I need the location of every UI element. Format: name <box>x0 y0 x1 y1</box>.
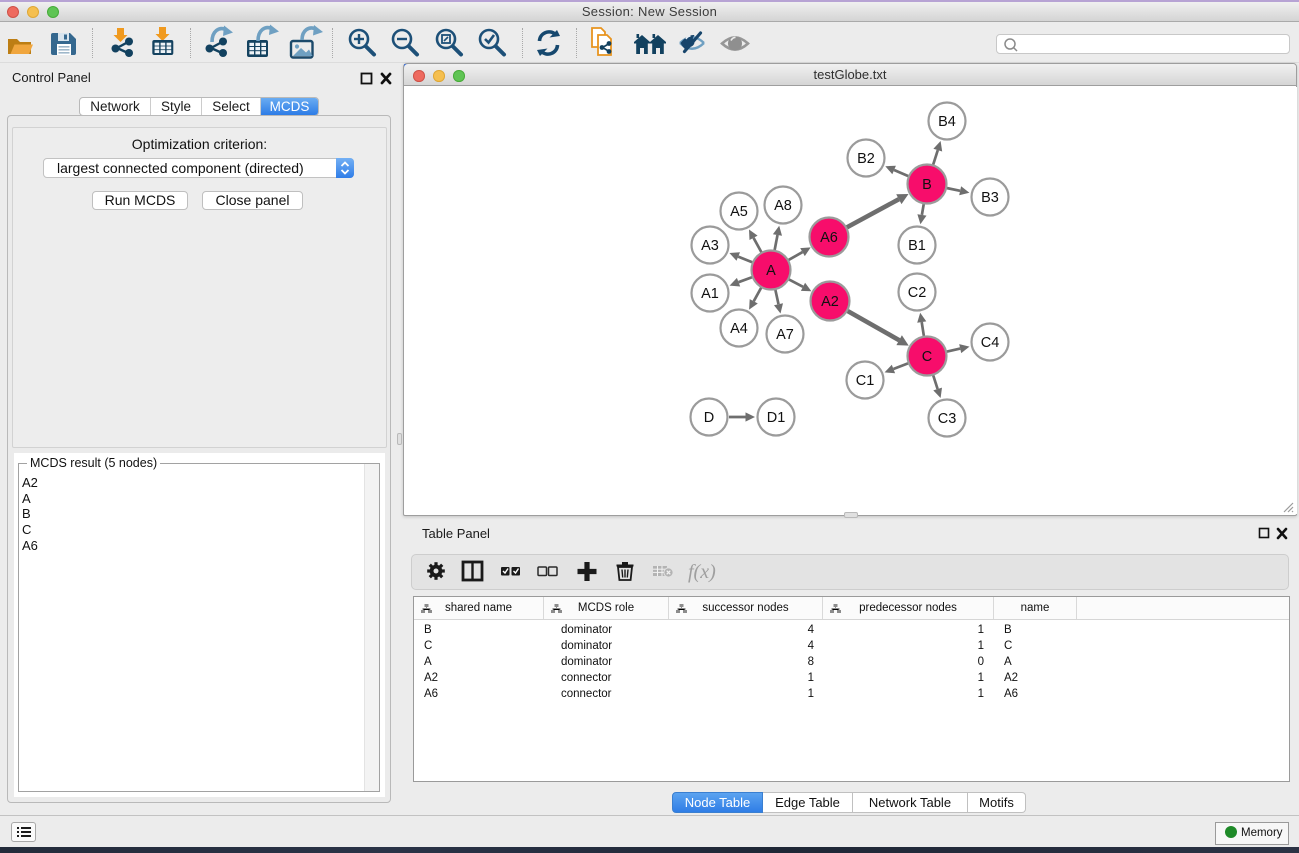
svg-text:A8: A8 <box>774 198 792 214</box>
svg-text:A: A <box>766 263 776 279</box>
svg-text:B1: B1 <box>908 238 926 254</box>
svg-text:A4: A4 <box>730 321 748 337</box>
svg-text:B2: B2 <box>857 151 875 167</box>
svg-text:C: C <box>922 349 932 365</box>
svg-text:B3: B3 <box>981 190 999 206</box>
svg-text:A5: A5 <box>730 204 748 220</box>
svg-text:D: D <box>704 410 714 426</box>
svg-text:D1: D1 <box>767 410 786 426</box>
svg-text:f(x): f(x) <box>688 561 716 583</box>
svg-text:A1: A1 <box>701 286 719 302</box>
svg-text:A2: A2 <box>821 294 839 310</box>
svg-text:B4: B4 <box>938 114 956 130</box>
svg-text:A7: A7 <box>776 327 794 343</box>
svg-text:C4: C4 <box>981 335 1000 351</box>
svg-text:C3: C3 <box>938 411 957 427</box>
svg-text:A3: A3 <box>701 238 719 254</box>
svg-text:A6: A6 <box>820 230 838 246</box>
svg-text:C2: C2 <box>908 285 927 301</box>
svg-text:B: B <box>922 177 932 193</box>
svg-text:C1: C1 <box>856 373 875 389</box>
